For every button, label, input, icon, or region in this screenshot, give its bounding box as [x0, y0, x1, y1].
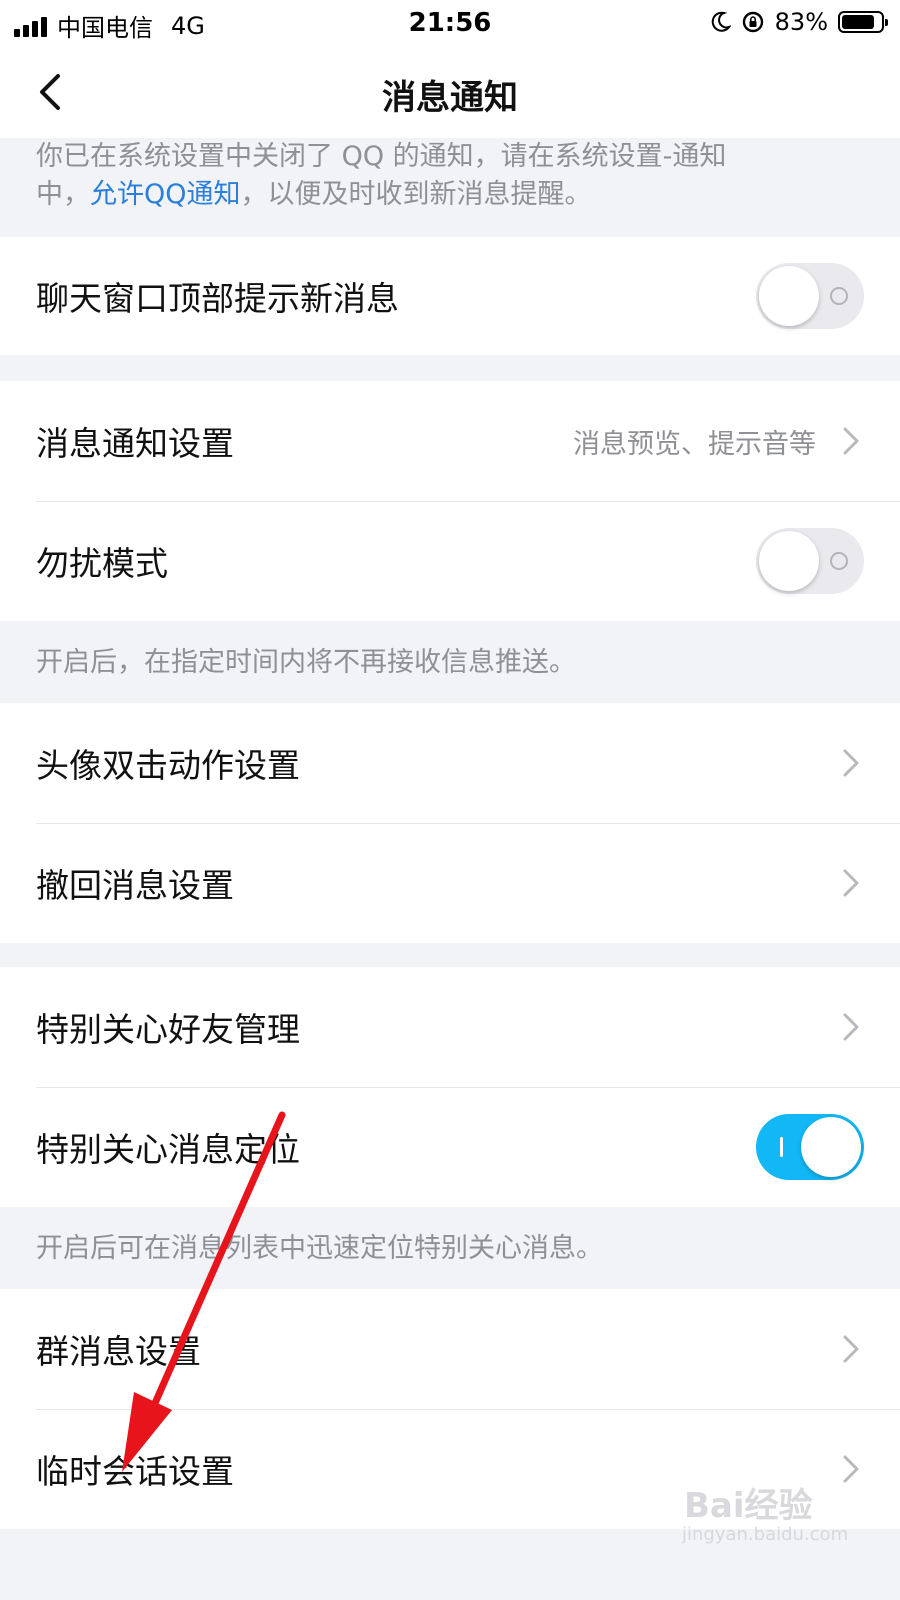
row-do-not-disturb: 勿扰模式 [0, 501, 900, 621]
notification-disabled-notice: 你已在系统设置中关闭了 QQ 的通知，请在系统设置-通知 中，允许QQ通知，以便… [0, 138, 900, 241]
toggle-knob [759, 531, 819, 591]
notice-suffix: ，以便及时收到新消息提醒。 [240, 179, 592, 210]
group-notification: 消息通知设置 消息预览、提示音等 勿扰模式 [0, 381, 900, 621]
rotation-lock-icon [742, 11, 763, 33]
chevron-right-icon [843, 1455, 859, 1483]
row-label: 特别关心好友管理 [36, 1010, 300, 1049]
watermark-url: jingyan.baidu.com [682, 1524, 849, 1545]
group-chat-alert: 聊天窗口顶部提示新消息 [0, 237, 900, 355]
row-label: 群消息设置 [36, 1332, 201, 1371]
row-group-message[interactable]: 群消息设置 [0, 1289, 900, 1409]
row-label: 临时会话设置 [36, 1452, 234, 1491]
battery-icon [838, 11, 888, 33]
row-label: 特别关心消息定位 [36, 1130, 300, 1169]
do-not-disturb-hint: 开启后，在指定时间内将不再接收信息推送。 [0, 621, 900, 705]
allow-qq-notification-link[interactable]: 允许QQ通知 [90, 179, 241, 210]
toggle-off-indicator [830, 287, 848, 305]
toggle-on-indicator [780, 1137, 783, 1157]
watermark-logo: Bai经验 [684, 1486, 813, 1526]
status-bar: 中国电信 4G 21:56 83% [0, 0, 900, 46]
row-special-care-friends[interactable]: 特别关心好友管理 [0, 967, 900, 1087]
special-care-locate-toggle[interactable] [756, 1114, 864, 1180]
row-label: 头像双击动作设置 [36, 746, 300, 785]
row-chat-top-alert: 聊天窗口顶部提示新消息 [0, 237, 900, 355]
chevron-right-icon [843, 1013, 859, 1041]
notice-line-1: 你已在系统设置中关闭了 QQ 的通知，请在系统设置-通知 [36, 141, 727, 172]
special-care-hint: 开启后可在消息列表中迅速定位特别关心消息。 [0, 1207, 900, 1291]
chevron-right-icon [843, 1335, 859, 1363]
do-not-disturb-toggle[interactable] [756, 528, 864, 594]
page-title: 消息通知 [382, 78, 518, 118]
chevron-right-icon [843, 869, 859, 897]
battery-percent: 83% [774, 8, 828, 36]
chat-top-alert-toggle[interactable] [756, 263, 864, 329]
battery-fill [842, 15, 874, 29]
notice-line-2: 中，允许QQ通知，以便及时收到新消息提醒。 [36, 176, 864, 214]
status-right: 83% [711, 8, 888, 36]
notice-prefix: 中， [36, 179, 90, 210]
group-avatar-recall: 头像双击动作设置 撤回消息设置 [0, 703, 900, 943]
chevron-right-icon [843, 749, 859, 777]
row-special-care-locate: 特别关心消息定位 [0, 1087, 900, 1207]
row-label: 聊天窗口顶部提示新消息 [36, 279, 399, 318]
toggle-knob [801, 1117, 861, 1177]
row-label: 勿扰模式 [36, 544, 168, 583]
group-special-care: 特别关心好友管理 特别关心消息定位 [0, 967, 900, 1207]
row-avatar-double-tap[interactable]: 头像双击动作设置 [0, 703, 900, 823]
row-value: 消息预览、提示音等 [573, 428, 816, 460]
row-recall-message[interactable]: 撤回消息设置 [0, 823, 900, 943]
toggle-knob [759, 266, 819, 326]
moon-icon [711, 11, 731, 32]
row-label: 撤回消息设置 [36, 866, 234, 905]
nav-bar: 消息通知 [0, 46, 900, 138]
chevron-right-icon [843, 427, 859, 455]
row-message-notification-settings[interactable]: 消息通知设置 消息预览、提示音等 [0, 381, 900, 501]
toggle-off-indicator [830, 552, 848, 570]
row-label: 消息通知设置 [36, 424, 234, 463]
